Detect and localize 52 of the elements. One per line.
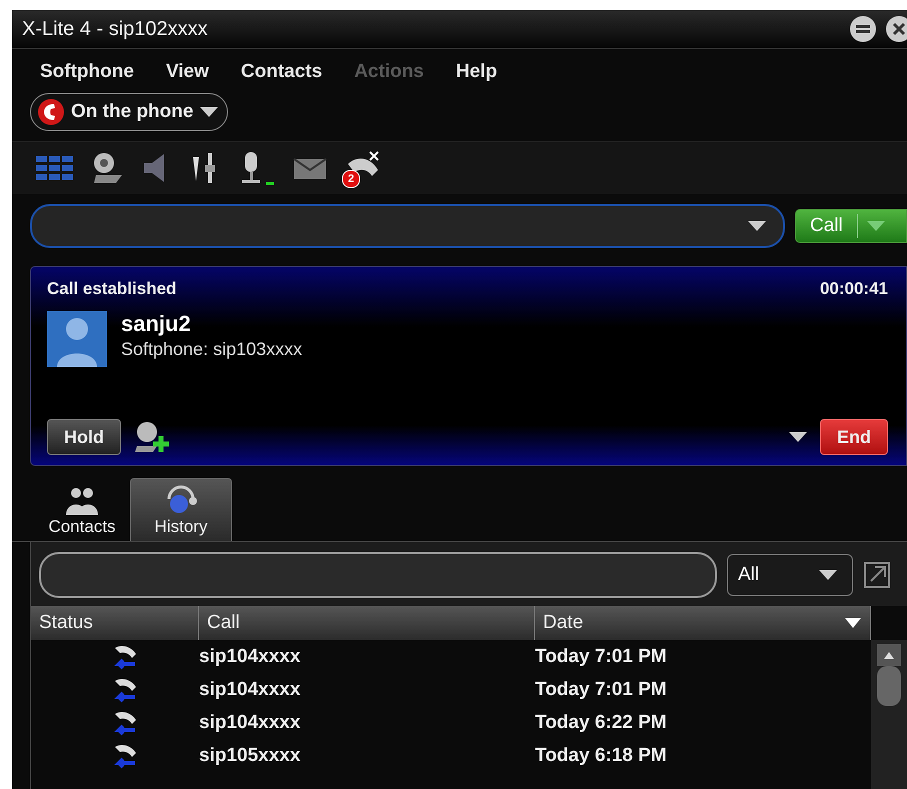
minimize-icon[interactable] <box>849 15 877 43</box>
table-cell-text: Today 6:18 PM <box>535 744 668 766</box>
call-status: Call established <box>47 279 176 299</box>
add-participant-icon[interactable] <box>133 420 171 454</box>
avatar-icon <box>47 311 107 367</box>
history-row[interactable]: sip104xxxx Today 7:01 PM <box>31 640 871 673</box>
close-icon[interactable] <box>885 15 907 43</box>
call-timer: 00:00:41 <box>820 279 888 299</box>
table-cell-text: Today 7:01 PM <box>535 678 668 700</box>
sort-caret-icon <box>844 617 862 629</box>
tab[interactable]: History <box>130 478 232 541</box>
tab[interactable]: Contacts <box>38 478 126 541</box>
dial-field[interactable] <box>30 204 785 248</box>
scrollbar[interactable] <box>871 640 907 789</box>
table-cell-text: sip104xxxx <box>199 646 302 668</box>
dialpad-icon[interactable] <box>34 153 74 183</box>
filter-dropdown[interactable]: All <box>727 554 853 596</box>
phone-status-icon <box>37 98 65 126</box>
table-cell-text: Today 6:22 PM <box>535 712 668 734</box>
search-field[interactable] <box>39 552 717 598</box>
call-button[interactable]: Call <box>795 209 907 243</box>
window-title: X-Lite 4 - sip102xxxx <box>22 18 208 40</box>
menu-item[interactable]: Contacts <box>240 61 322 83</box>
table-cell-text: sip104xxxx <box>199 712 302 734</box>
end-button[interactable]: End <box>820 419 888 455</box>
caret-icon <box>788 431 808 443</box>
table-cell-text: sip105xxxx <box>199 744 302 766</box>
menu-item[interactable]: Help <box>456 61 498 83</box>
caret-icon <box>866 220 886 232</box>
scroll-thumb-icon <box>877 666 901 706</box>
people-icon <box>64 485 100 515</box>
menu-item[interactable]: View <box>166 61 209 83</box>
missed-calls-badge: 2 <box>342 170 360 188</box>
column-header[interactable]: Call <box>199 606 535 640</box>
table-cell-text: sip104xxxx <box>199 678 302 700</box>
column-header[interactable]: Date <box>535 606 871 640</box>
menu-item[interactable]: Softphone <box>40 61 134 83</box>
history-row[interactable]: sip104xxxx Today 6:22 PM <box>31 706 871 739</box>
caret-icon <box>199 106 220 118</box>
table-cell-text: Today 7:01 PM <box>535 646 668 668</box>
contact-name: sanju2 <box>121 311 192 337</box>
column-header[interactable]: Status <box>31 606 199 640</box>
scroll-up-icon <box>877 644 901 666</box>
caret-icon <box>747 220 767 232</box>
contact-detail: Softphone: sip103xxxx <box>121 339 302 360</box>
history-row[interactable]: sip105xxxx Today 6:18 PM <box>31 739 871 772</box>
caret-icon <box>818 569 838 581</box>
mic-level-icon <box>266 180 276 186</box>
popout-icon[interactable] <box>863 561 891 589</box>
hold-button[interactable]: Hold <box>47 419 121 455</box>
presence-dropdown[interactable]: On the phone <box>30 93 228 131</box>
history-row[interactable]: sip104xxxx Today 7:01 PM <box>31 673 871 706</box>
